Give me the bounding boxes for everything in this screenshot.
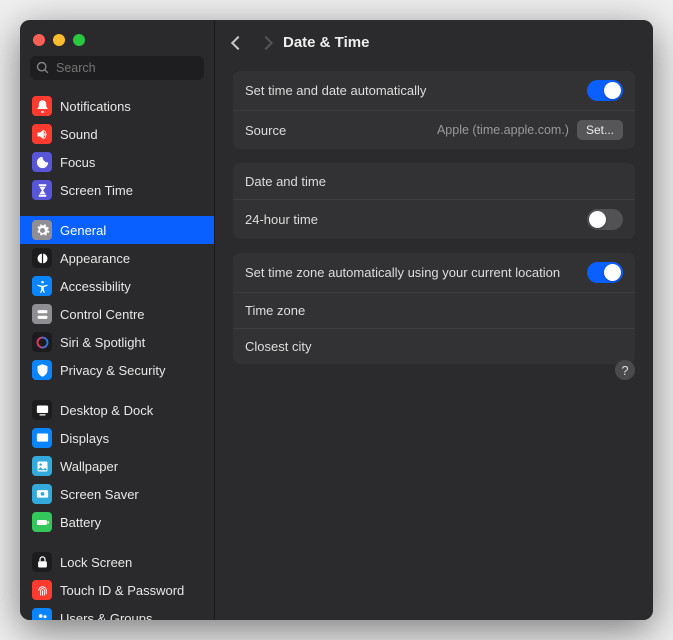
sidebar-item-focus[interactable]: Focus	[20, 148, 214, 176]
datetime-label: Date and time	[245, 174, 623, 189]
privacy-security-icon	[32, 360, 52, 380]
content-header: Date & Time	[215, 20, 653, 63]
time-settings-group: Set time and date automatically Source A…	[233, 71, 635, 149]
sidebar-item-label: Accessibility	[60, 279, 131, 294]
screen-saver-icon	[32, 484, 52, 504]
sidebar-item-general[interactable]: General	[20, 216, 214, 244]
sound-icon	[32, 124, 52, 144]
sidebar-item-label: Appearance	[60, 251, 130, 266]
sidebar-item-lock-screen[interactable]: Lock Screen	[20, 548, 214, 576]
notifications-icon	[32, 96, 52, 116]
sidebar: Notifications Sound Focus Screen Time Ge…	[20, 20, 215, 620]
help-button[interactable]: ?	[615, 360, 635, 380]
sidebar-item-label: Lock Screen	[60, 555, 132, 570]
sidebar-item-label: Sound	[60, 127, 98, 142]
set-source-button[interactable]: Set...	[577, 120, 623, 140]
sidebar-item-label: Siri & Spotlight	[60, 335, 145, 350]
appearance-icon	[32, 248, 52, 268]
auto-tz-label: Set time zone automatically using your c…	[245, 265, 587, 280]
page-title: Date & Time	[283, 34, 369, 51]
screen-time-icon	[32, 180, 52, 200]
battery-icon	[32, 512, 52, 532]
sidebar-item-label: Wallpaper	[60, 459, 118, 474]
window-controls	[20, 20, 214, 56]
siri-spotlight-icon	[32, 332, 52, 352]
h24-toggle[interactable]	[587, 209, 623, 230]
control-centre-icon	[32, 304, 52, 324]
search-input[interactable]	[30, 56, 204, 80]
auto-time-toggle[interactable]	[587, 80, 623, 101]
sidebar-item-sound[interactable]: Sound	[20, 120, 214, 148]
sidebar-item-label: Control Centre	[60, 307, 145, 322]
general-icon	[32, 220, 52, 240]
lock-screen-icon	[32, 552, 52, 572]
sidebar-item-wallpaper[interactable]: Wallpaper	[20, 452, 214, 480]
city-label: Closest city	[245, 339, 623, 354]
close-window-button[interactable]	[33, 34, 45, 46]
wallpaper-icon	[32, 456, 52, 476]
h24-label: 24-hour time	[245, 212, 587, 227]
sidebar-item-screen-time[interactable]: Screen Time	[20, 176, 214, 204]
sidebar-item-label: General	[60, 223, 106, 238]
minimize-window-button[interactable]	[53, 34, 65, 46]
fullscreen-window-button[interactable]	[73, 34, 85, 46]
tz-label: Time zone	[245, 303, 623, 318]
sidebar-item-label: Screen Time	[60, 183, 133, 198]
users-groups-icon	[32, 608, 52, 620]
sidebar-item-privacy-security[interactable]: Privacy & Security	[20, 356, 214, 384]
touch-id-password-icon	[32, 580, 52, 600]
timezone-group: Set time zone automatically using your c…	[233, 253, 635, 364]
sidebar-item-label: Displays	[60, 431, 109, 446]
sidebar-item-label: Battery	[60, 515, 101, 530]
accessibility-icon	[32, 276, 52, 296]
sidebar-item-desktop-dock[interactable]: Desktop & Dock	[20, 396, 214, 424]
sidebar-item-screen-saver[interactable]: Screen Saver	[20, 480, 214, 508]
desktop-dock-icon	[32, 400, 52, 420]
sidebar-item-label: Notifications	[60, 99, 131, 114]
focus-icon	[32, 152, 52, 172]
content-pane: Date & Time Set time and date automatica…	[215, 20, 653, 620]
sidebar-item-label: Users & Groups	[60, 611, 152, 621]
displays-icon	[32, 428, 52, 448]
sidebar-item-users-groups[interactable]: Users & Groups	[20, 604, 214, 620]
sidebar-item-battery[interactable]: Battery	[20, 508, 214, 536]
forward-button	[259, 35, 273, 49]
sidebar-item-displays[interactable]: Displays	[20, 424, 214, 452]
source-value: Apple (time.apple.com.)	[437, 123, 569, 137]
sidebar-item-appearance[interactable]: Appearance	[20, 244, 214, 272]
back-button[interactable]	[231, 35, 245, 49]
sidebar-item-label: Screen Saver	[60, 487, 139, 502]
sidebar-item-control-centre[interactable]: Control Centre	[20, 300, 214, 328]
datetime-group: Date and time 24-hour time	[233, 163, 635, 239]
sidebar-item-label: Privacy & Security	[60, 363, 165, 378]
sidebar-item-label: Focus	[60, 155, 95, 170]
sidebar-nav: Notifications Sound Focus Screen Time Ge…	[20, 90, 214, 620]
auto-tz-toggle[interactable]	[587, 262, 623, 283]
settings-window: Notifications Sound Focus Screen Time Ge…	[20, 20, 653, 620]
sidebar-item-accessibility[interactable]: Accessibility	[20, 272, 214, 300]
sidebar-item-notifications[interactable]: Notifications	[20, 92, 214, 120]
sidebar-item-label: Touch ID & Password	[60, 583, 184, 598]
source-label: Source	[245, 123, 437, 138]
sidebar-item-label: Desktop & Dock	[60, 403, 153, 418]
sidebar-item-siri-spotlight[interactable]: Siri & Spotlight	[20, 328, 214, 356]
auto-time-label: Set time and date automatically	[245, 83, 587, 98]
